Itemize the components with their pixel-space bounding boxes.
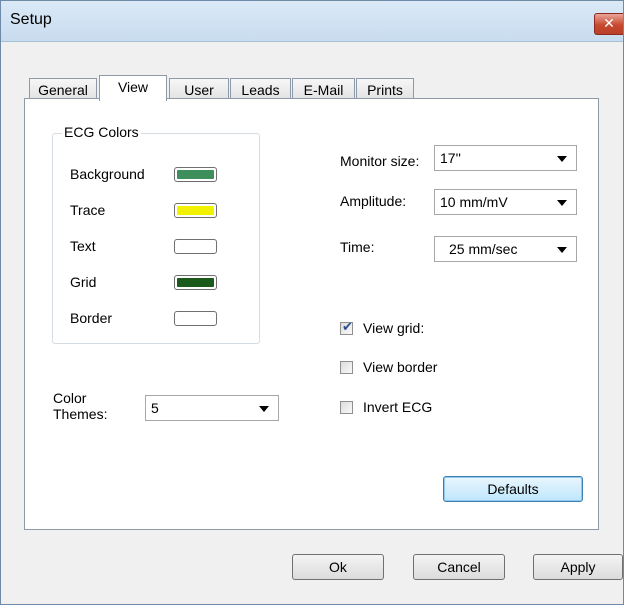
chevron-down-icon [557,200,567,206]
dialog-content: General View User Leads E-Mail Prints EC… [1,42,623,604]
amplitude-label: Amplitude: [340,193,407,209]
color-row-text: Text [70,238,250,258]
color-themes-value: 5 [151,400,159,416]
close-icon: ✕ [603,15,615,31]
tab-prints[interactable]: Prints [356,78,414,100]
cancel-button[interactable]: Cancel [413,554,505,580]
checkmark-icon: ✔ [342,319,353,334]
border-color-swatch [177,314,214,323]
color-themes-label-line2: Themes: [53,406,108,422]
monitor-size-select[interactable]: 17'' [434,145,577,171]
tab-email[interactable]: E-Mail [292,78,355,100]
invert-ecg-label: Invert ECG [363,399,433,415]
amplitude-value: 10 mm/mV [440,194,508,210]
chevron-down-icon [557,156,567,162]
trace-color-button[interactable] [174,203,217,218]
color-row-background: Background [70,166,250,186]
border-color-button[interactable] [174,311,217,326]
view-border-checkbox[interactable]: ✔ [340,361,353,374]
trace-color-swatch [177,206,214,215]
tab-user[interactable]: User [169,78,229,100]
time-value: 25 mm/sec [449,241,518,257]
amplitude-select[interactable]: 10 mm/mV [434,189,577,215]
monitor-size-label: Monitor size: [340,153,420,169]
time-select[interactable]: 25 mm/sec [434,236,577,262]
color-row-border: Border [70,310,250,330]
color-row-grid: Grid [70,274,250,294]
apply-button[interactable]: Apply [533,554,623,580]
view-grid-label: View grid: [363,320,425,336]
tab-general[interactable]: General [29,78,97,100]
trace-color-label: Trace [70,202,106,218]
invert-ecg-checkbox[interactable]: ✔ [340,401,353,414]
background-color-button[interactable] [174,167,217,182]
window-title: Setup [10,11,52,28]
background-color-swatch [177,170,214,179]
ecg-colors-group: ECG Colors Background Trace Text Grid Bo… [52,124,260,344]
ecg-colors-legend: ECG Colors [62,124,141,140]
time-label: Time: [340,239,375,255]
text-color-button[interactable] [174,239,217,254]
monitor-size-value: 17'' [440,150,461,166]
ok-button[interactable]: Ok [292,554,384,580]
border-color-label: Border [70,310,113,326]
text-color-label: Text [70,238,96,254]
chevron-down-icon [259,406,269,412]
grid-color-swatch [177,278,214,287]
setup-dialog: Setup ✕ General View User Leads E-Mail P… [0,0,624,605]
view-grid-checkbox[interactable]: ✔ [340,319,353,335]
grid-color-button[interactable] [174,275,217,290]
chevron-down-icon [557,247,567,253]
close-button[interactable]: ✕ [594,13,623,35]
color-themes-select[interactable]: 5 [145,395,279,421]
view-tab-panel: ECG Colors Background Trace Text Grid Bo… [24,98,599,530]
color-themes-label: Color Themes: [53,390,107,422]
color-themes-label-line1: Color [53,390,87,406]
text-color-swatch [177,242,214,251]
defaults-button[interactable]: Defaults [443,476,583,502]
color-row-trace: Trace [70,202,250,222]
background-color-label: Background [70,166,145,182]
view-border-label: View border [363,359,438,375]
title-bar: Setup ✕ [1,1,623,42]
tab-leads[interactable]: Leads [230,78,291,100]
grid-color-label: Grid [70,274,97,290]
tab-view[interactable]: View [99,75,167,101]
